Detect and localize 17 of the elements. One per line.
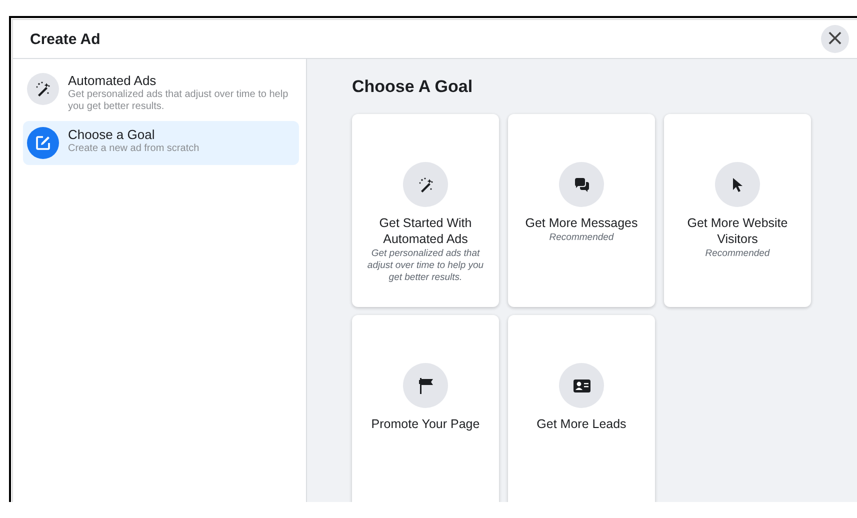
flag-icon (418, 376, 434, 394)
dialog-title: Create Ad (30, 30, 100, 48)
sidebar-item[interactable]: Choose a Goal Create a new ad from scratch (23, 121, 299, 165)
magic-wand-icon (35, 81, 51, 97)
cursor-icon (732, 176, 744, 192)
goal-card[interactable]: Get More Website Visitors Recommended (664, 114, 811, 307)
goal-card[interactable]: Promote Your Page (352, 315, 499, 502)
goal-card[interactable]: Get Started With Automated Ads Get personalized ads that adjust over time to help you get better results. (352, 114, 499, 307)
magic-wand-icon (418, 176, 434, 192)
id-card-icon (572, 378, 590, 392)
goal-card[interactable]: Get More Leads (508, 315, 655, 502)
chat-bubbles-icon (574, 176, 590, 192)
close-button[interactable]: × (821, 25, 849, 53)
section-heading: Choose A Goal (352, 77, 473, 97)
sidebar-item[interactable]: Automated Ads Get personalized ads that adjust over time to help you get better results. (23, 67, 299, 119)
edit-icon (35, 135, 51, 151)
goal-card[interactable]: Get More Messages Recommended (508, 114, 655, 307)
